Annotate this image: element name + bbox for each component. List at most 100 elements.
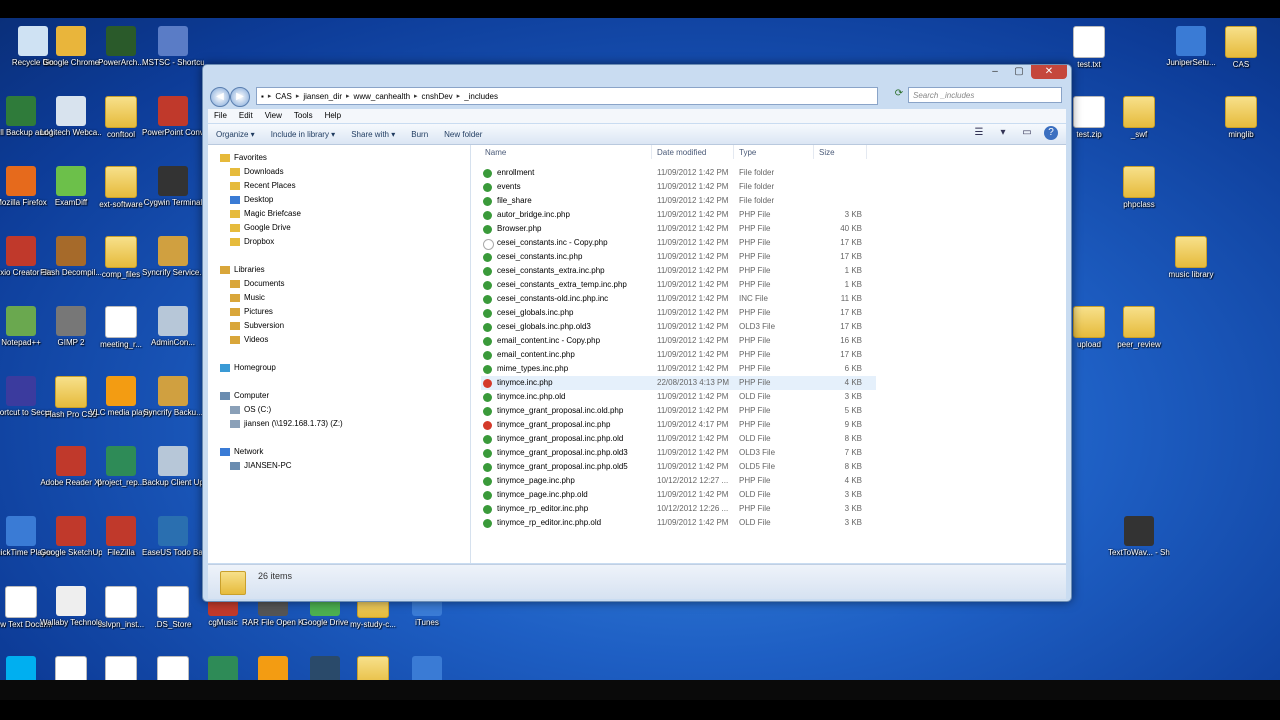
file-row[interactable]: enrollment 11/09/2012 1:42 PM File folder (481, 166, 876, 180)
toolbar-button[interactable]: Include in library ▾ (263, 130, 344, 139)
file-row[interactable]: email_content.inc - Copy.php 11/09/2012 1… (481, 334, 876, 348)
nav-item[interactable]: Homegroup (220, 363, 276, 372)
file-row[interactable]: file_share 11/09/2012 1:42 PM File folder (481, 194, 876, 208)
breadcrumb-item[interactable]: _includes (460, 92, 502, 101)
file-name: Browser.php (497, 224, 542, 233)
nav-item[interactable]: jiansen (\\192.168.1.73) (Z:) (230, 419, 343, 428)
desktop-icon-left-19[interactable]: AdminCon... (142, 306, 204, 348)
breadcrumb-item[interactable]: jiansen_dir (299, 92, 346, 101)
file-name: autor_bridge.inc.php (497, 210, 570, 219)
nav-item[interactable]: Favorites (220, 153, 267, 162)
desktop-icon-right-5[interactable]: minglib (1210, 96, 1272, 140)
close-icon[interactable]: ✕ (1031, 65, 1067, 79)
file-row[interactable]: tinymce_grant_proposal.inc.php.old 11/09/… (481, 432, 876, 446)
address-bar[interactable]: ▪ ▸ CAS ▸ jiansen_dir ▸ www_canhealth ▸ cnshDev… (256, 87, 878, 105)
nav-item[interactable]: Recent Places (230, 181, 296, 190)
file-row[interactable]: tinymce_grant_proposal.inc.php 11/09/2012… (481, 418, 876, 432)
chevron-down-icon[interactable]: ▾ (996, 126, 1010, 140)
menu-view[interactable]: View (259, 109, 288, 123)
desktop-icon-left-30[interactable]: EaseUS Todo Backup Fre... (142, 516, 204, 558)
preview-pane-icon[interactable]: ▭ (1020, 126, 1034, 140)
file-row[interactable]: autor_bridge.inc.php 11/09/2012 1:42 PM PH… (481, 208, 876, 222)
nav-item[interactable]: Music (230, 293, 265, 302)
search-input[interactable]: Search _includes (908, 87, 1062, 103)
nav-item[interactable]: Videos (230, 335, 268, 344)
nav-item[interactable]: Downloads (230, 167, 284, 176)
column-header-name[interactable]: Name (485, 148, 506, 157)
nav-item[interactable]: Magic Briefcase (230, 209, 301, 218)
file-row[interactable]: tinymce.inc.php.old 11/09/2012 1:42 PM OLD… (481, 390, 876, 404)
toolbar-button[interactable]: Share with ▾ (343, 130, 403, 139)
breadcrumb-item[interactable]: CAS (271, 92, 295, 101)
nav-item[interactable]: JIANSEN-PC (230, 461, 292, 470)
nav-item[interactable]: Dropbox (230, 237, 274, 246)
back-arrow-icon[interactable]: ◀ (210, 87, 230, 107)
menu-file[interactable]: File (208, 109, 233, 123)
forward-arrow-icon[interactable]: ▶ (230, 87, 250, 107)
minimize-icon[interactable]: ‒ (983, 65, 1007, 79)
nav-item[interactable]: Google Drive (230, 223, 291, 232)
nav-item[interactable]: Pictures (230, 307, 273, 316)
desktop-icon-right-2[interactable]: CAS (1210, 26, 1272, 70)
file-row[interactable]: tinymce_rp_editor.inc.php.old 11/09/2012 … (481, 516, 876, 530)
desktop-icon-left-11[interactable]: Cygwin Terminal (142, 166, 204, 208)
file-row[interactable]: tinymce_grant_proposal.inc.php.old3 11/09… (481, 446, 876, 460)
file-row[interactable]: tinymce_page.inc.php 10/12/2012 12:27 ...… (481, 474, 876, 488)
toolbar-button[interactable]: New folder (436, 130, 490, 139)
maximize-icon[interactable]: ▢ (1007, 65, 1031, 79)
desktop-icon-right-6[interactable]: phpclass (1108, 166, 1170, 210)
file-row[interactable]: cesei_constants_extra_temp.inc.php 11/09/… (481, 278, 876, 292)
column-header-type[interactable]: Type (739, 148, 756, 157)
file-type: INC File (739, 294, 768, 303)
file-row[interactable]: cesei_constants-old.inc.php.inc 11/09/201… (481, 292, 876, 306)
file-row[interactable]: cesei_constants.inc.php 11/09/2012 1:42 P… (481, 250, 876, 264)
file-row[interactable]: cesei_constants_extra.inc.php 11/09/2012 … (481, 264, 876, 278)
file-row[interactable]: tinymce_page.inc.php.old 11/09/2012 1:42 … (481, 488, 876, 502)
file-row[interactable]: cesei_globals.inc.php 11/09/2012 1:42 PM P… (481, 306, 876, 320)
column-header-size[interactable]: Size (819, 148, 835, 157)
file-row[interactable]: tinymce_grant_proposal.inc.php.old5 11/09… (481, 460, 876, 474)
nav-item[interactable]: Network (220, 447, 263, 456)
app-icon (1176, 26, 1206, 56)
nav-item[interactable]: Desktop (230, 195, 273, 204)
desktop-icon-right-10[interactable]: TextToWav... - Shortcut (1108, 516, 1170, 558)
desktop-icon-right-9[interactable]: peer_review (1108, 306, 1170, 350)
file-row[interactable]: Browser.php 11/09/2012 1:42 PM PHP File 40 … (481, 222, 876, 236)
toolbar-button[interactable]: Organize ▾ (208, 130, 263, 139)
file-name: tinymce_rp_editor.inc.php (497, 504, 589, 513)
toolbar-button[interactable]: Burn (403, 130, 436, 139)
file-date: 11/09/2012 1:42 PM (657, 168, 729, 177)
nav-item[interactable]: Documents (230, 279, 284, 288)
file-row[interactable]: tinymce_grant_proposal.inc.old.php 11/09/… (481, 404, 876, 418)
nav-item[interactable]: Subversion (230, 321, 284, 330)
desktop-icon-left-26[interactable]: Backup Client Update (142, 446, 204, 488)
desktop-icon-right-4[interactable]: _swf (1108, 96, 1170, 140)
nav-item[interactable]: Libraries (220, 265, 265, 274)
column-header-date[interactable]: Date modified (657, 148, 706, 157)
file-row[interactable]: tinymce_rp_editor.inc.php 10/12/2012 12:2… (481, 502, 876, 516)
nav-item[interactable]: OS (C:) (230, 405, 271, 414)
folder-icon (483, 197, 492, 206)
file-row[interactable]: cesei_globals.inc.php.old3 11/09/2012 1:4… (481, 320, 876, 334)
breadcrumb-item[interactable]: www_canhealth (350, 92, 414, 101)
desktop-icon-right-7[interactable]: music library (1160, 236, 1222, 280)
file-row[interactable]: mime_types.inc.php 11/09/2012 1:42 PM PHP … (481, 362, 876, 376)
menu-tools[interactable]: Tools (288, 109, 319, 123)
nav-item[interactable]: Computer (220, 391, 269, 400)
desktop-icon-left-15[interactable]: Syncrify Service... (142, 236, 204, 278)
menu-edit[interactable]: Edit (233, 109, 259, 123)
desktop-icon-left-7[interactable]: PowerPoint Converter (142, 96, 204, 138)
file-row[interactable]: events 11/09/2012 1:42 PM File folder (481, 180, 876, 194)
file-row[interactable]: cesei_constants.inc - Copy.php 11/09/2012… (481, 236, 876, 250)
file-row[interactable]: email_content.inc.php 11/09/2012 1:42 PM P… (481, 348, 876, 362)
help-icon[interactable]: ? (1044, 126, 1058, 140)
breadcrumb-item[interactable]: cnshDev (418, 92, 457, 101)
file-row[interactable]: tinymce.inc.php 22/08/2013 4:13 PM PHP Fil… (481, 376, 876, 390)
menu-help[interactable]: Help (319, 109, 347, 123)
view-options-icon[interactable]: ☰ (972, 126, 986, 140)
desktop-icon-left-23[interactable]: Syncrify Backu... (142, 376, 204, 418)
file-icon (483, 351, 492, 360)
folder-icon (105, 96, 137, 128)
desktop-icon-left-3[interactable]: MSTSC - Shortcut (142, 26, 204, 68)
refresh-icon[interactable]: ⟳ (892, 88, 906, 102)
